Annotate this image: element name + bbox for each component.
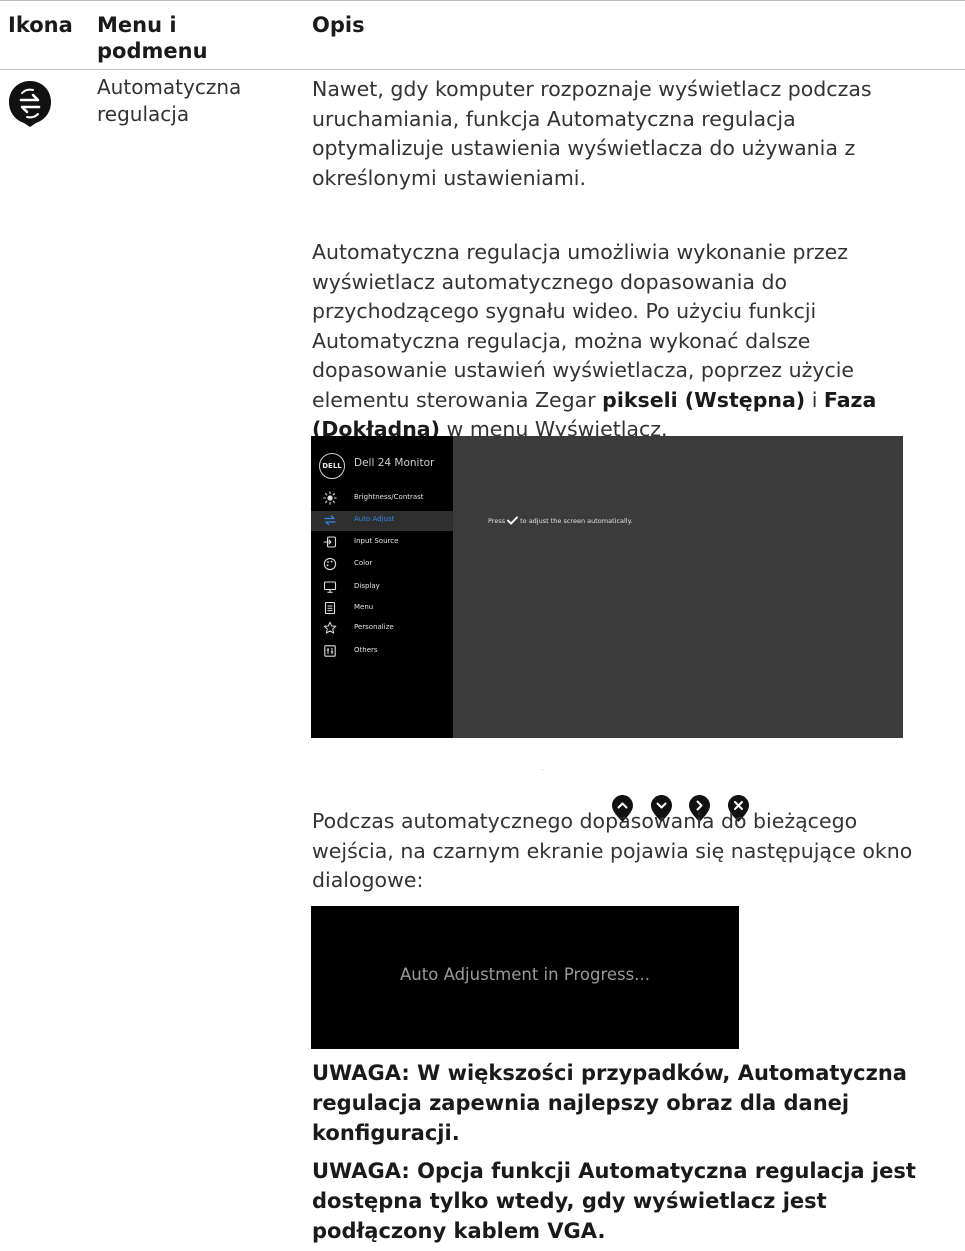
top-rule: [0, 0, 965, 1]
osd-item-label: Display: [354, 582, 380, 590]
dell-logo: DELL: [319, 453, 345, 479]
osd-item-display[interactable]: Display: [311, 578, 453, 598]
others-icon: [324, 645, 336, 657]
star-icon: [323, 621, 337, 634]
header-menu-col: Menu i podmenu: [97, 13, 208, 63]
para2-bold-pixel-clock: pikseli (Wstępna): [602, 387, 806, 412]
osd-title: Dell 24 Monitor: [354, 457, 435, 469]
osd-item-label: Input Source: [354, 537, 399, 545]
header-rule: [0, 69, 965, 70]
description-paragraph-1: Nawet, gdy komputer rozpoznaje wyświetla…: [312, 77, 872, 190]
osd-item-label: Others: [354, 646, 378, 654]
color-icon: [323, 557, 337, 571]
osd-item-color[interactable]: Color: [311, 555, 453, 575]
osd-item-others[interactable]: Others: [311, 642, 453, 662]
para2-text-c: i: [805, 387, 824, 412]
osd-message: Press to adjust the screen automatically.: [488, 516, 633, 525]
osd-msg-before: Press: [488, 517, 506, 525]
input-source-icon: [323, 536, 337, 548]
header-desc-col: Opis: [312, 13, 365, 37]
brightness-icon: [323, 491, 337, 505]
para2-text-a: Automatyczna regulacja umożliwia wykonan…: [312, 240, 855, 412]
osd-item-auto-adjust[interactable]: Auto Adjust: [311, 511, 453, 531]
osd-item-label: Menu: [354, 603, 374, 611]
osd-msg-after: to adjust the screen automatically.: [520, 517, 633, 525]
display-icon: [323, 581, 337, 593]
stray-dot: [542, 769, 543, 770]
osd-sidebar: DELL Dell 24 Monitor Brightness/Contrast…: [311, 436, 453, 738]
osd-item-label: Brightness/Contrast: [354, 493, 424, 501]
auto-adjust-dialog: Auto Adjustment in Progress...: [311, 906, 739, 1049]
osd-item-label: Personalize: [354, 623, 394, 631]
dialog-text: Auto Adjustment in Progress...: [400, 965, 650, 984]
check-icon: [507, 516, 519, 525]
description-paragraph-3: Podczas automatycznego dopasowania do bi…: [312, 809, 913, 892]
osd-item-label: Color: [354, 559, 373, 567]
osd-item-input-source[interactable]: Input Source: [311, 533, 453, 553]
osd-screenshot: DELL Dell 24 Monitor Brightness/Contrast…: [311, 436, 903, 738]
menu-icon: [324, 601, 336, 615]
note-1: UWAGA: W większości przypadków, Automaty…: [312, 1061, 907, 1145]
osd-item-label: Auto Adjust: [354, 515, 395, 523]
menu-name: Automatyczna regulacja: [97, 75, 242, 126]
osd-item-personalize[interactable]: Personalize: [311, 619, 453, 639]
note-2: UWAGA: Opcja funkcji Automatyczna regula…: [312, 1159, 916, 1243]
header-icon-col: Ikona: [8, 13, 73, 37]
osd-item-brightness-contrast[interactable]: Brightness/Contrast: [311, 489, 453, 509]
osd-item-menu[interactable]: Menu: [311, 599, 453, 619]
auto-adjust-icon: [9, 81, 51, 127]
description-paragraph-2: Automatyczna regulacja umożliwia wykonan…: [312, 238, 932, 445]
auto-adjust-icon: [324, 515, 336, 526]
